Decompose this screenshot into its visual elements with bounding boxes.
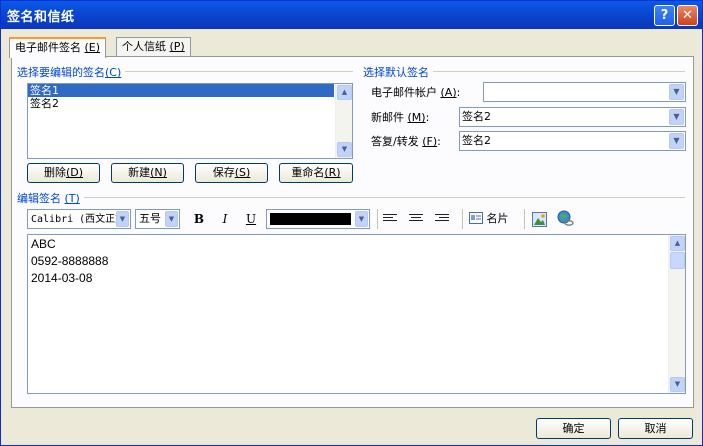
align-center-icon[interactable] [409,214,423,224]
scroll-up-icon[interactable]: ▲ [337,85,352,100]
tab-email-signature[interactable]: 电子邮件签名 (E) [9,37,107,58]
insert-hyperlink-icon[interactable] [557,210,574,227]
toolbar-separator [377,209,379,229]
group-divider [21,197,685,198]
new-button[interactable]: 新建(N) [111,163,184,183]
editor-content[interactable]: ABC 0592-8888888 2014-03-08 [28,236,108,287]
align-right-icon[interactable] [435,214,449,224]
rename-button[interactable]: 重命名(R) [279,163,353,183]
font-size-select[interactable]: 五号 ▼ [135,209,180,229]
cancel-button[interactable]: 取消 [618,418,693,439]
replies-label: 答复/转发 (F): [371,135,441,148]
tab-personal-stationery-hotkey: (P) [169,40,185,53]
delete-button[interactable]: 删除(D) [27,163,100,183]
list-item[interactable]: 签名1 [28,84,334,97]
insert-picture-icon[interactable] [532,212,547,227]
business-card-button[interactable]: 名片 [469,209,509,229]
chevron-down-icon[interactable]: ▼ [165,211,178,227]
font-name-select[interactable]: Calibri (西文正文) ▼ [27,209,131,229]
signature-line: 0592-8888888 [31,254,109,268]
scroll-down-icon[interactable]: ▼ [337,142,352,157]
tab-personal-stationery-label: 个人信纸 [122,40,166,53]
business-card-icon [469,212,483,224]
scroll-thumb[interactable] [670,252,685,269]
defaults-group-label: 选择默认签名 [363,64,433,80]
tab-email-signature-hotkey: (E) [84,41,101,54]
scroll-down-icon[interactable]: ▼ [670,377,685,392]
ok-button[interactable]: 确定 [536,418,611,439]
italic-icon[interactable]: I [214,209,236,229]
edit-select-group-label: 选择要编辑的签名(C) [17,64,126,80]
bold-icon[interactable]: B [188,209,210,229]
chevron-down-icon[interactable]: ▼ [669,84,684,100]
chevron-down-icon[interactable]: ▼ [355,211,368,227]
editor-group-label: 编辑签名 (T) [17,190,84,206]
signature-line: 2014-03-08 [31,271,93,285]
editor-scrollbar[interactable]: ▲ ▼ [668,235,685,393]
list-scrollbar[interactable]: ▲ ▼ [335,84,352,158]
font-color-select[interactable]: ▼ [266,209,370,229]
chevron-down-icon[interactable]: ▼ [116,211,129,227]
toolbar-separator [524,209,526,229]
title-bar[interactable]: 签名和信纸 ? ✕ [1,1,702,29]
scroll-up-icon[interactable]: ▲ [670,236,685,251]
signature-list[interactable]: 签名1 签名2 ▲ ▼ [27,83,353,159]
chevron-down-icon[interactable]: ▼ [669,109,684,125]
account-label: 电子邮件帐户 (A): [371,86,461,99]
new-messages-select[interactable]: 签名2 ▼ [459,107,686,127]
signature-editor[interactable]: ABC 0592-8888888 2014-03-08 ▲ ▼ [27,234,686,394]
window-title: 签名和信纸 [7,10,75,25]
chevron-down-icon[interactable]: ▼ [669,133,684,149]
save-button[interactable]: 保存(S) [195,163,268,183]
underline-icon[interactable]: U [240,209,262,229]
list-item[interactable]: 签名2 [28,97,334,110]
new-messages-label: 新邮件 (M): [371,111,430,124]
color-swatch [270,213,351,225]
account-select[interactable]: ▼ [483,82,686,102]
align-left-icon[interactable] [383,214,397,224]
toolbar-separator [462,209,464,229]
tab-personal-stationery[interactable]: 个人信纸 (P) [116,37,191,57]
close-button[interactable]: ✕ [677,5,698,26]
signature-line: ABC [31,237,56,251]
help-button[interactable]: ? [654,5,675,26]
signatures-dialog: 签名和信纸 ? ✕ 电子邮件签名 (E) 个人信纸 (P) 选择要编辑的签名(C… [0,0,703,446]
replies-select[interactable]: 签名2 ▼ [459,131,686,151]
tab-email-signature-label: 电子邮件签名 [15,41,81,54]
